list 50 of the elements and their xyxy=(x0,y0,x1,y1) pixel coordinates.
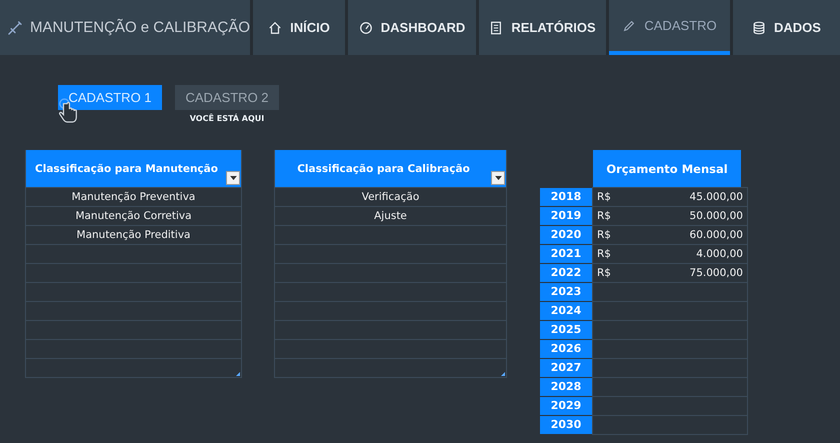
currency-symbol: R$ xyxy=(597,210,611,222)
currency-symbol: R$ xyxy=(597,229,611,241)
column-title: Classificação para Manutenção xyxy=(35,162,218,174)
year-cell: 2018 xyxy=(540,188,592,206)
column-title: Orçamento Mensal xyxy=(606,162,728,176)
filter-dropdown-button[interactable] xyxy=(226,171,240,185)
home-icon xyxy=(268,20,282,34)
nav-tab[interactable]: INÍCIO xyxy=(253,0,345,55)
year-cell: 2027 xyxy=(540,359,592,377)
currency-symbol: R$ xyxy=(597,191,611,203)
nav-tab[interactable]: DADOS xyxy=(733,0,840,55)
location-note: VOCÊ ESTÁ AQUI xyxy=(190,114,264,123)
table-cell: Ajuste xyxy=(275,206,506,225)
gauge-icon xyxy=(358,20,373,34)
table-cell: Manutenção Preditiva xyxy=(26,225,241,244)
nav-tab[interactable]: CADASTRO xyxy=(609,0,730,55)
table-cell: Manutenção Corretiva xyxy=(26,206,241,225)
year-cell: 2029 xyxy=(540,397,592,415)
year-cell: 2030 xyxy=(540,416,592,434)
year-cell: 2028 xyxy=(540,378,592,396)
currency-symbol: R$ xyxy=(597,267,611,279)
app-title: MANUTENÇÃO e CALIBRAÇÃO xyxy=(30,19,250,36)
amount: 4.000,00 xyxy=(696,248,743,260)
year-cell: 2020 xyxy=(540,226,592,244)
year-cell: 2022 xyxy=(540,264,592,282)
year-cell: 2021 xyxy=(540,245,592,263)
dropdown-arrow-icon xyxy=(494,176,502,180)
nav-tab[interactable]: DASHBOARD xyxy=(348,0,476,55)
pencil-icon xyxy=(622,18,636,32)
resize-handle-icon[interactable] xyxy=(236,372,240,376)
table-cell: Verificação xyxy=(275,187,506,206)
amount: 75.000,00 xyxy=(690,267,743,279)
resize-handle-icon[interactable] xyxy=(501,372,505,376)
currency-symbol: R$ xyxy=(597,248,611,260)
year-cell: 2025 xyxy=(540,321,592,339)
year-cell: 2026 xyxy=(540,340,592,358)
filter-dropdown-button[interactable] xyxy=(491,171,505,185)
amount: 45.000,00 xyxy=(690,191,743,203)
database-icon xyxy=(752,20,766,34)
table-cell: Manutenção Preventiva xyxy=(26,187,241,206)
amount: 60.000,00 xyxy=(690,229,743,241)
year-cell: 2019 xyxy=(540,207,592,225)
document-icon xyxy=(489,20,504,34)
year-cell: 2024 xyxy=(540,302,592,320)
nav-tab[interactable]: RELATÓRIOS xyxy=(479,0,606,55)
dropdown-arrow-icon xyxy=(230,176,236,180)
amount: 50.000,00 xyxy=(690,210,743,222)
year-cell: 2023 xyxy=(540,283,592,301)
sub-tab[interactable]: CADASTRO 2 xyxy=(175,85,279,110)
column-title: Classificação para Calibração xyxy=(297,162,470,174)
